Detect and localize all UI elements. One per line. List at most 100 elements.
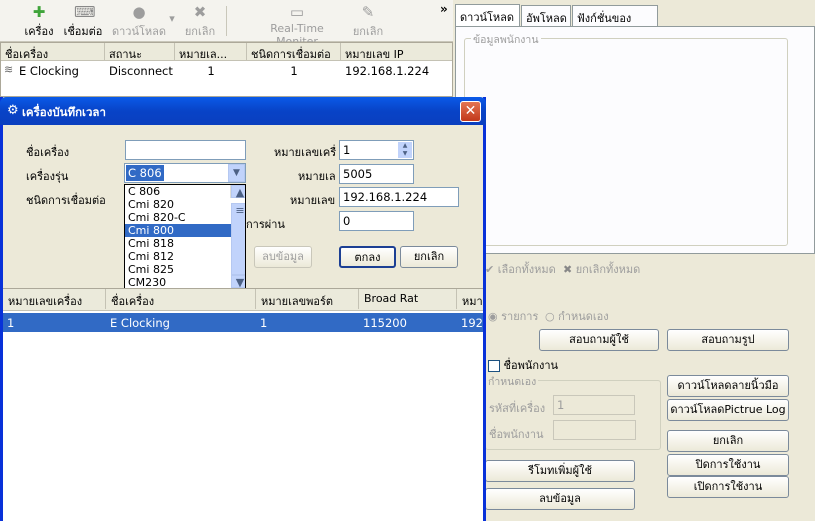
- machine-code-label: รหัสที่เครื่อง: [489, 402, 546, 415]
- grid-column-header[interactable]: หมายเลขเครื่อง: [3, 289, 106, 309]
- cancel-monitor-label: ยกเลิก: [352, 25, 384, 38]
- scroll-thumb[interactable]: ≡: [231, 203, 245, 275]
- grid-column-header[interactable]: Broad Rat: [359, 289, 457, 309]
- chevron-down-icon[interactable]: ▼: [228, 164, 245, 182]
- column-header[interactable]: ชื่อเครื่อง: [1, 43, 105, 60]
- tab-download[interactable]: ดาวน์โหลด: [455, 4, 520, 27]
- radio-custom-label: กำหนดเอง: [558, 310, 609, 323]
- grid-row-selected[interactable]: 1 E Clocking 1 115200 192.1: [3, 313, 483, 332]
- model-dropdown-list[interactable]: C 806 Cmi 820 Cmi 820-C Cmi 800 Cmi 818 …: [124, 184, 246, 291]
- cancel-toolbar-button[interactable]: ✖ ยกเลิก: [180, 4, 220, 40]
- dialog-title: เครื่องบันทึกเวลา: [22, 105, 106, 119]
- radio-list[interactable]: ◉ รายการ: [488, 307, 538, 325]
- dropdown-option-selected[interactable]: Cmi 800: [125, 224, 245, 237]
- remote-add-user-button[interactable]: รีโมทเพิ่มผู้ใช้: [485, 460, 635, 482]
- grid-cell: E Clocking: [110, 316, 170, 330]
- query-photo-button[interactable]: สอบถามรูป: [667, 329, 789, 351]
- column-header[interactable]: สถานะ: [105, 43, 175, 60]
- dropdown-scrollbar[interactable]: ▲ ≡ ▼: [230, 185, 245, 289]
- download-tab-panel: ข้อมูลพนักงาน: [455, 26, 815, 254]
- monitor-icon: ▭: [289, 3, 305, 21]
- delete-data-button[interactable]: ลบข้อมูล: [485, 488, 635, 510]
- select-all-label: เลือกทั้งหมด: [497, 263, 556, 276]
- model-select[interactable]: C 806 ▼: [124, 163, 246, 183]
- dropdown-option[interactable]: Cmi 820: [125, 198, 245, 211]
- port-field[interactable]: 5005: [339, 164, 414, 184]
- device-name-label: ชื่อเครื่อง: [26, 146, 70, 159]
- query-user-button[interactable]: สอบถามผู้ใช้: [539, 329, 659, 351]
- cancel-button[interactable]: ยกเลิก: [667, 430, 789, 452]
- x-icon: ✖: [563, 263, 573, 276]
- employee-name-label: ชื่อพนักงาน: [489, 428, 544, 441]
- connection-type-label: ชนิดการเชื่อมต่อ: [26, 194, 106, 207]
- plug-icon: ✎: [361, 3, 375, 21]
- close-button[interactable]: ✕: [460, 101, 481, 122]
- column-header[interactable]: หมายเลข IP: [341, 43, 452, 60]
- toolbar-overflow-chevron[interactable]: »: [440, 2, 448, 16]
- stepper-up-icon[interactable]: ▲: [398, 142, 412, 150]
- download-dropdown-arrow[interactable]: ▾: [168, 12, 176, 25]
- column-header[interactable]: หมายเล...: [175, 43, 247, 60]
- cancel-all-button[interactable]: ✖ ยกเลิกทั้งหมด: [563, 260, 640, 278]
- device-list-header: ชื่อเครื่อง สถานะ หมายเล... ชนิดการเชื่อ…: [1, 43, 452, 61]
- download-picture-log-button[interactable]: ดาวน์โหลดPictrue Log: [667, 399, 789, 421]
- ok-button[interactable]: ตกลง: [339, 246, 396, 268]
- download-fingerprint-button[interactable]: ดาวน์โหลดลายนิ้วมือ: [667, 375, 789, 397]
- device-name-cell: ≋ E Clocking: [1, 61, 105, 81]
- check-icon: ✔: [485, 263, 495, 276]
- cancel-toolbar-label: ยกเลิก: [184, 25, 216, 38]
- tab-upload[interactable]: อัพโหลด: [521, 5, 571, 26]
- dropdown-option[interactable]: C 806: [125, 185, 245, 198]
- grid-column-header[interactable]: หมาย: [457, 289, 483, 309]
- device-list: ชื่อเครื่อง สถานะ หมายเล... ชนิดการเชื่อ…: [0, 42, 453, 97]
- model-label: เครื่องรุ่น: [26, 170, 69, 183]
- radio-list-label: รายการ: [501, 310, 539, 323]
- cancel-all-label: ยกเลิกทั้งหมด: [575, 263, 641, 276]
- password-label: การผ่าน: [246, 218, 285, 231]
- employee-name-field[interactable]: [553, 420, 636, 440]
- password-field[interactable]: 0: [339, 211, 414, 231]
- select-all-button[interactable]: ✔ เลือกทั้งหมด: [485, 260, 556, 278]
- download-button[interactable]: ● ดาวน์โหลด: [110, 4, 168, 40]
- grid-column-header[interactable]: หมายเลขพอร์ต: [256, 289, 359, 309]
- port-label: หมายเล: [298, 170, 336, 183]
- dropdown-option[interactable]: Cmi 812: [125, 250, 245, 263]
- dropdown-option[interactable]: Cmi 820-C: [125, 211, 245, 224]
- toolbar-separator: [226, 6, 227, 36]
- employee-name-checkbox[interactable]: ชื่อพนักงาน: [488, 356, 558, 374]
- disable-usage-button[interactable]: ปิดการใช้งาน: [667, 454, 789, 476]
- add-icon: ✚: [32, 3, 46, 21]
- x-icon: ✖: [193, 3, 207, 21]
- device-button[interactable]: ✚ เครื่อง: [22, 4, 56, 40]
- tab-system-functions[interactable]: ฟังก์ชั่นของระบบ: [572, 5, 658, 43]
- device-row[interactable]: ≋ E Clocking Disconnect 1 1 192.168.1.22…: [1, 61, 452, 81]
- ip-label: หมายเลข: [290, 194, 336, 207]
- delete-data-dialog-button[interactable]: ลบข้อมูล: [254, 246, 312, 268]
- column-header[interactable]: ชนิดการเชื่อมต่อ: [247, 43, 341, 60]
- device-conn-type: 1: [290, 64, 298, 78]
- device-name-field[interactable]: [125, 140, 246, 160]
- machine-code-value: 1: [557, 398, 565, 412]
- cancel-dialog-button[interactable]: ยกเลิก: [400, 246, 458, 268]
- machine-code-stepper[interactable]: 1: [553, 395, 635, 415]
- ip-field[interactable]: 192.168.1.224: [339, 187, 459, 207]
- custom-group-title: กำหนดเอง: [486, 373, 539, 390]
- scroll-down-icon[interactable]: ▼: [231, 275, 245, 289]
- dropdown-option[interactable]: Cmi 825: [125, 263, 245, 276]
- model-select-value: C 806: [126, 165, 164, 181]
- stepper-down-icon[interactable]: ▼: [398, 150, 412, 158]
- cancel-monitor-button[interactable]: ✎ ยกเลิก: [348, 4, 388, 40]
- dropdown-option[interactable]: Cmi 818: [125, 237, 245, 250]
- device-status: Disconnect: [109, 64, 173, 78]
- grid-column-header[interactable]: ชื่อเครื่อง: [106, 289, 256, 309]
- enable-usage-button[interactable]: เปิดการใช้งาน: [667, 476, 789, 498]
- radio-custom[interactable]: ○ กำหนดเอง: [545, 307, 609, 325]
- dialog-titlebar[interactable]: ⚙ เครื่องบันทึกเวลา ✕: [0, 97, 486, 125]
- download-button-label: ดาวน์โหลด: [111, 25, 167, 38]
- device-grid: หมายเลขเครื่อง ชื่อเครื่อง หมายเลขพอร์ต …: [3, 288, 483, 521]
- scroll-up-icon[interactable]: ▲: [231, 185, 245, 199]
- close-icon: ✕: [464, 103, 477, 119]
- machine-number-stepper[interactable]: 1 ▲ ▼: [339, 140, 414, 160]
- connect-button-label: เชื่อมต่อ: [63, 25, 103, 38]
- connect-button[interactable]: ⌨ เชื่อมต่อ: [60, 4, 106, 40]
